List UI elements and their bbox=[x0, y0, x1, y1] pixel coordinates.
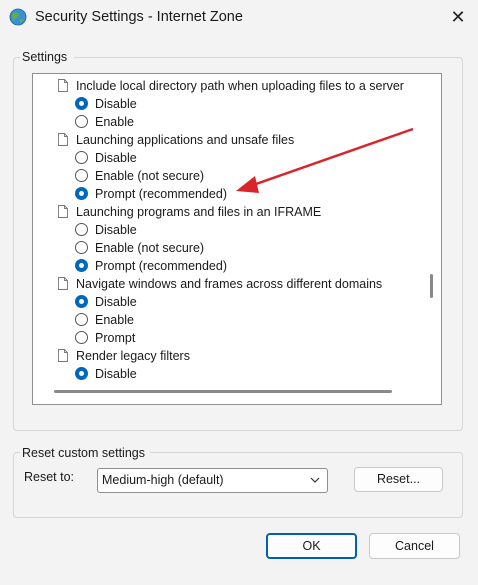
reset-group-label: Reset custom settings bbox=[22, 446, 145, 460]
window-title: Security Settings - Internet Zone bbox=[35, 9, 243, 25]
cancel-button[interactable]: Cancel bbox=[369, 533, 460, 559]
radio-button[interactable] bbox=[75, 97, 88, 110]
document-icon bbox=[58, 349, 68, 362]
document-icon bbox=[58, 79, 68, 92]
option-label: Prompt bbox=[95, 331, 136, 345]
document-icon bbox=[58, 133, 68, 146]
setting-heading: Launching programs and files in an IFRAM… bbox=[33, 203, 441, 221]
setting-option[interactable]: Disable bbox=[33, 221, 441, 239]
setting-option[interactable]: Prompt bbox=[33, 329, 441, 347]
ok-button[interactable]: OK bbox=[266, 533, 357, 559]
reset-level-value: Medium-high (default) bbox=[102, 473, 224, 487]
option-label: Disable bbox=[95, 97, 137, 111]
setting-option[interactable]: Enable bbox=[33, 113, 441, 131]
setting-option[interactable]: Disable bbox=[33, 365, 441, 383]
setting-option[interactable]: Prompt (recommended) bbox=[33, 257, 441, 275]
setting-option[interactable]: Enable bbox=[33, 311, 441, 329]
reset-level-select[interactable]: Medium-high (default) bbox=[97, 468, 328, 493]
radio-button[interactable] bbox=[75, 223, 88, 236]
reset-to-label: Reset to: bbox=[24, 470, 75, 484]
document-icon bbox=[58, 277, 68, 290]
radio-button[interactable] bbox=[75, 151, 88, 164]
setting-option[interactable]: Enable (not secure) bbox=[33, 167, 441, 185]
setting-option[interactable]: Disable bbox=[33, 95, 441, 113]
settings-group-label: Settings bbox=[22, 50, 68, 64]
setting-heading: Render legacy filters bbox=[33, 347, 441, 365]
chevron-down-icon bbox=[310, 477, 320, 483]
option-label: Enable (not secure) bbox=[95, 241, 205, 255]
radio-button[interactable] bbox=[75, 331, 88, 344]
radio-button[interactable] bbox=[75, 367, 88, 380]
setting-heading: Launching applications and unsafe files bbox=[33, 131, 441, 149]
setting-heading: Navigate windows and frames across diffe… bbox=[33, 275, 441, 293]
radio-button[interactable] bbox=[75, 169, 88, 182]
title-bar: Security Settings - Internet Zone ✕ bbox=[0, 0, 478, 36]
setting-option[interactable]: Prompt (recommended) bbox=[33, 185, 441, 203]
close-icon[interactable]: ✕ bbox=[445, 6, 471, 28]
setting-heading-label: Render legacy filters bbox=[76, 349, 190, 363]
settings-list[interactable]: Include local directory path when upload… bbox=[32, 73, 442, 405]
vertical-scrollbar-thumb[interactable] bbox=[430, 274, 433, 298]
radio-button[interactable] bbox=[75, 187, 88, 200]
setting-option[interactable]: Disable bbox=[33, 293, 441, 311]
globe-icon bbox=[9, 8, 27, 26]
radio-button[interactable] bbox=[75, 241, 88, 254]
option-label: Disable bbox=[95, 367, 137, 381]
radio-button[interactable] bbox=[75, 313, 88, 326]
setting-heading-label: Launching programs and files in an IFRAM… bbox=[76, 205, 322, 219]
document-icon bbox=[58, 205, 68, 218]
option-label: Disable bbox=[95, 151, 137, 165]
radio-button[interactable] bbox=[75, 259, 88, 272]
option-label: Disable bbox=[95, 295, 137, 309]
setting-heading: Include local directory path when upload… bbox=[33, 77, 441, 95]
radio-button[interactable] bbox=[75, 115, 88, 128]
horizontal-scrollbar-thumb[interactable] bbox=[54, 390, 392, 393]
setting-heading-label: Include local directory path when upload… bbox=[76, 79, 404, 93]
option-label: Disable bbox=[95, 223, 137, 237]
option-label: Prompt (recommended) bbox=[95, 187, 227, 201]
option-label: Enable (not secure) bbox=[95, 169, 205, 183]
setting-option[interactable]: Enable (not secure) bbox=[33, 239, 441, 257]
option-label: Prompt (recommended) bbox=[95, 259, 227, 273]
setting-option[interactable]: Disable bbox=[33, 149, 441, 167]
setting-heading-label: Navigate windows and frames across diffe… bbox=[76, 277, 383, 291]
reset-button[interactable]: Reset... bbox=[354, 467, 443, 492]
setting-heading-label: Launching applications and unsafe files bbox=[76, 133, 295, 147]
radio-button[interactable] bbox=[75, 295, 88, 308]
option-label: Enable bbox=[95, 313, 134, 327]
option-label: Enable bbox=[95, 115, 134, 129]
